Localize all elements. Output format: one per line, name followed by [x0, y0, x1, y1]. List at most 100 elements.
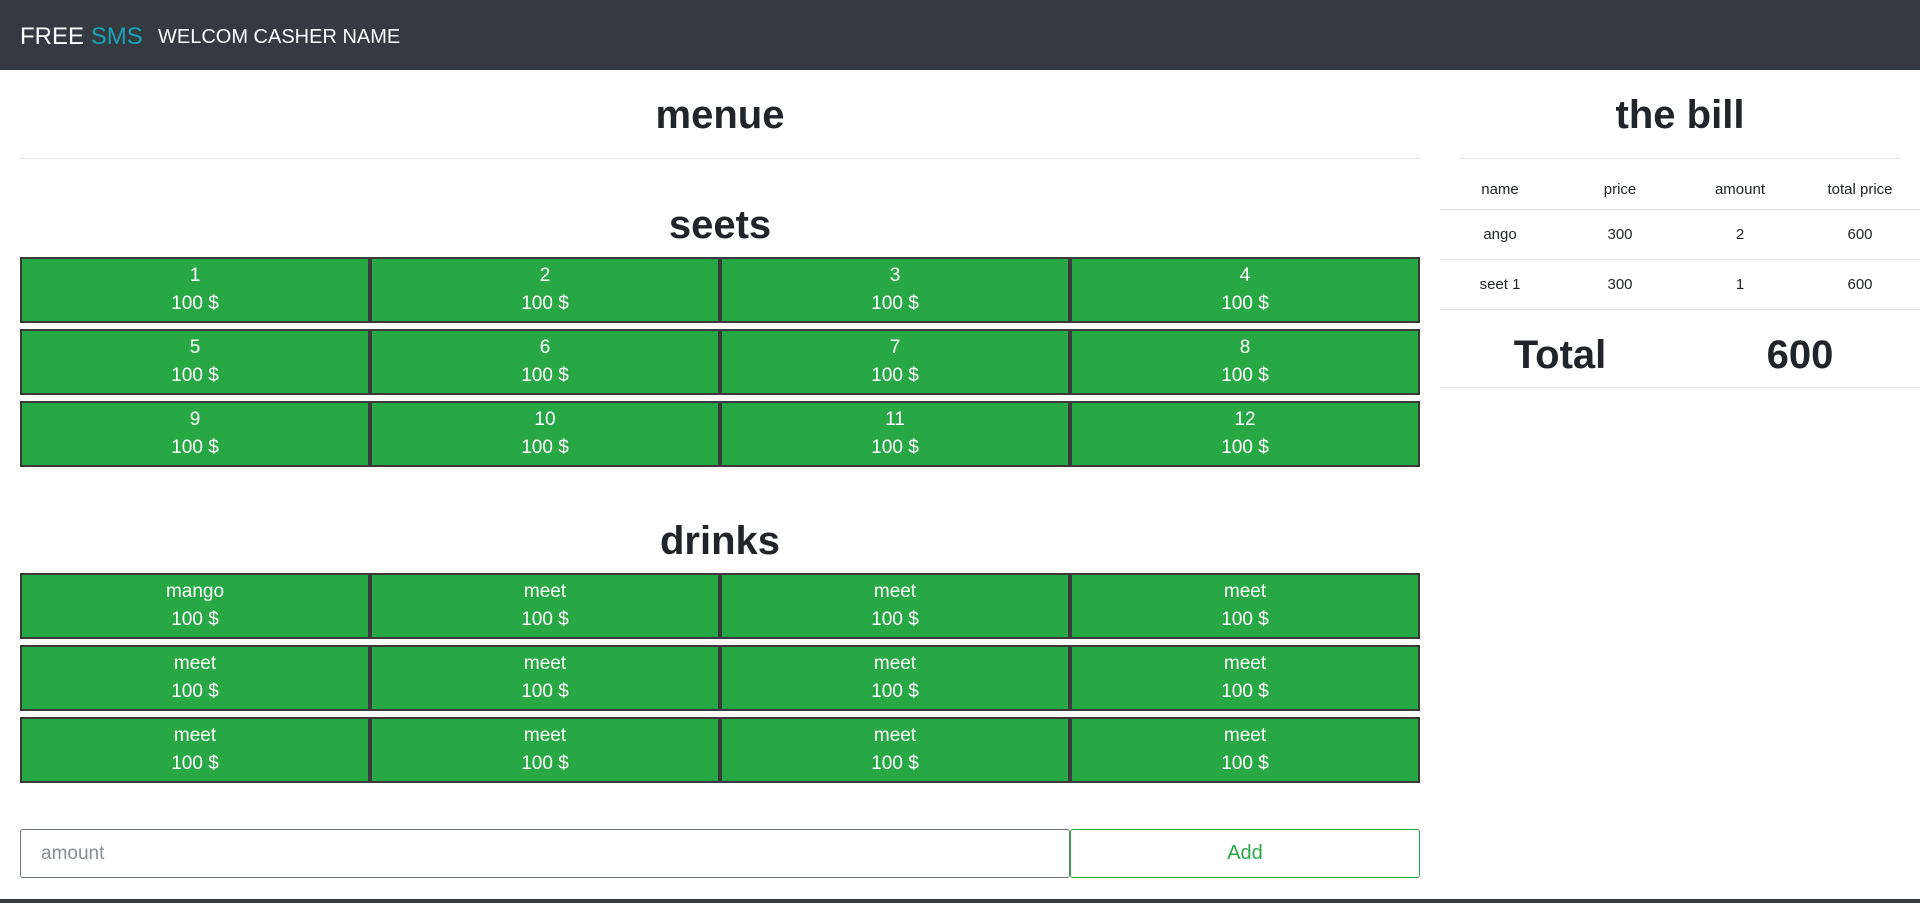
tile-price: 100 $ [871, 437, 919, 458]
tile-name: meet [1223, 581, 1267, 602]
tile-price: 100 $ [1221, 681, 1269, 702]
bill-cell-name: seet 1 [1440, 259, 1560, 310]
tile-price: 100 $ [521, 293, 569, 314]
table-row[interactable]: ango 300 2 600 [1440, 209, 1920, 260]
seet-tile[interactable]: 6 100 $ [370, 329, 720, 395]
seet-tile[interactable]: 5 100 $ [20, 329, 370, 395]
brand-main: FREE [20, 23, 85, 50]
bill-header-row: name price amount total price [1440, 165, 1920, 210]
tile-price: 100 $ [1221, 437, 1269, 458]
tile-price: 100 $ [1221, 753, 1269, 774]
drink-tile[interactable]: meet 100 $ [720, 573, 1070, 639]
tile-name: meet [1223, 653, 1267, 674]
tile-price: 100 $ [171, 365, 219, 386]
tile-price: 100 $ [171, 753, 219, 774]
drink-tile[interactable]: meet 100 $ [20, 645, 370, 711]
tile-price: 100 $ [1221, 609, 1269, 630]
drink-tile[interactable]: meet 100 $ [720, 645, 1070, 711]
tile-name: 3 [889, 265, 901, 286]
bill-cell-name: ango [1440, 209, 1560, 260]
seet-tile[interactable]: 12 100 $ [1070, 401, 1420, 467]
bill-cell-total: 600 [1800, 259, 1920, 310]
bill-cell-amount: 2 [1680, 209, 1800, 260]
seets-grid: 1 100 $ 2 100 $ 3 100 $ 4 100 $ 5 100 $ 6 100 … [20, 257, 1420, 467]
tile-name: 2 [539, 265, 551, 286]
tile-price: 100 $ [171, 609, 219, 630]
menu-title: menue [655, 93, 785, 137]
seets-title: seets [668, 203, 772, 247]
tile-name: 10 [534, 409, 556, 430]
bill-header-amount: amount [1680, 165, 1800, 210]
tile-price: 100 $ [1221, 293, 1269, 314]
tile-price: 100 $ [521, 437, 569, 458]
tile-name: 4 [1239, 265, 1251, 286]
seet-tile[interactable]: 7 100 $ [720, 329, 1070, 395]
tile-name: meet [173, 725, 217, 746]
amount-input[interactable] [20, 829, 1070, 878]
drink-tile[interactable]: meet 100 $ [1070, 573, 1420, 639]
bill-cell-price: 300 [1560, 259, 1680, 310]
tile-price: 100 $ [871, 753, 919, 774]
seet-tile[interactable]: 4 100 $ [1070, 257, 1420, 323]
tile-name: meet [873, 725, 917, 746]
bill-cell-total: 600 [1800, 209, 1920, 260]
seet-tile[interactable]: 9 100 $ [20, 401, 370, 467]
tile-name: meet [1223, 725, 1267, 746]
table-row[interactable]: seet 1 300 1 600 [1440, 259, 1920, 310]
seet-tile[interactable]: 3 100 $ [720, 257, 1070, 323]
tile-price: 100 $ [871, 365, 919, 386]
tile-name: 5 [189, 337, 201, 358]
bill-divider [1460, 158, 1900, 159]
brand-logo[interactable]: FREE SMS [20, 24, 143, 50]
welcome-text: WELCOM CASHER NAME [158, 26, 401, 48]
tile-name: meet [523, 653, 567, 674]
add-button[interactable]: Add [1070, 829, 1420, 878]
bill-header-total-price: total price [1800, 165, 1920, 210]
tile-name: 9 [189, 409, 201, 430]
tile-name: meet [173, 653, 217, 674]
tile-price: 100 $ [1221, 365, 1269, 386]
total-label: Total [1513, 333, 1607, 377]
seet-tile[interactable]: 8 100 $ [1070, 329, 1420, 395]
tile-price: 100 $ [521, 365, 569, 386]
tile-name: 6 [539, 337, 551, 358]
tile-price: 100 $ [171, 293, 219, 314]
tile-name: 12 [1234, 409, 1256, 430]
seet-tile[interactable]: 10 100 $ [370, 401, 720, 467]
seet-tile[interactable]: 11 100 $ [720, 401, 1070, 467]
tile-price: 100 $ [521, 681, 569, 702]
bill-header-price: price [1560, 165, 1680, 210]
drink-tile[interactable]: mango 100 $ [20, 573, 370, 639]
tile-name: meet [523, 581, 567, 602]
seet-tile[interactable]: 2 100 $ [370, 257, 720, 323]
drink-tile[interactable]: meet 100 $ [1070, 645, 1420, 711]
tile-name: 7 [889, 337, 901, 358]
drinks-title: drinks [659, 519, 781, 563]
tile-price: 100 $ [521, 753, 569, 774]
brand-accent: SMS [90, 23, 143, 50]
drink-tile[interactable]: meet 100 $ [720, 717, 1070, 783]
drink-tile[interactable]: meet 100 $ [1070, 717, 1420, 783]
tile-name: meet [873, 653, 917, 674]
bottom-border [0, 899, 1920, 903]
drink-tile[interactable]: meet 100 $ [370, 717, 720, 783]
drink-tile[interactable]: meet 100 $ [20, 717, 370, 783]
menu-divider [20, 158, 1420, 159]
top-navbar: FREE SMS WELCOM CASHER NAME [0, 0, 1920, 70]
bill-table: name price amount total price ango 300 2… [1440, 165, 1920, 310]
drink-tile[interactable]: meet 100 $ [370, 645, 720, 711]
bill-cell-price: 300 [1560, 209, 1680, 260]
tile-price: 100 $ [871, 293, 919, 314]
tile-price: 100 $ [171, 437, 219, 458]
tile-name: mango [165, 581, 225, 602]
tile-price: 100 $ [871, 609, 919, 630]
bill-header-name: name [1440, 165, 1560, 210]
seet-tile[interactable]: 1 100 $ [20, 257, 370, 323]
tile-price: 100 $ [871, 681, 919, 702]
bill-cell-amount: 1 [1680, 259, 1800, 310]
tile-name: 1 [189, 265, 201, 286]
drink-tile[interactable]: meet 100 $ [370, 573, 720, 639]
total-value: 600 [1766, 333, 1834, 377]
tile-name: 11 [885, 409, 905, 430]
drinks-grid: mango 100 $ meet 100 $ meet 100 $ meet 100 $… [20, 573, 1420, 783]
